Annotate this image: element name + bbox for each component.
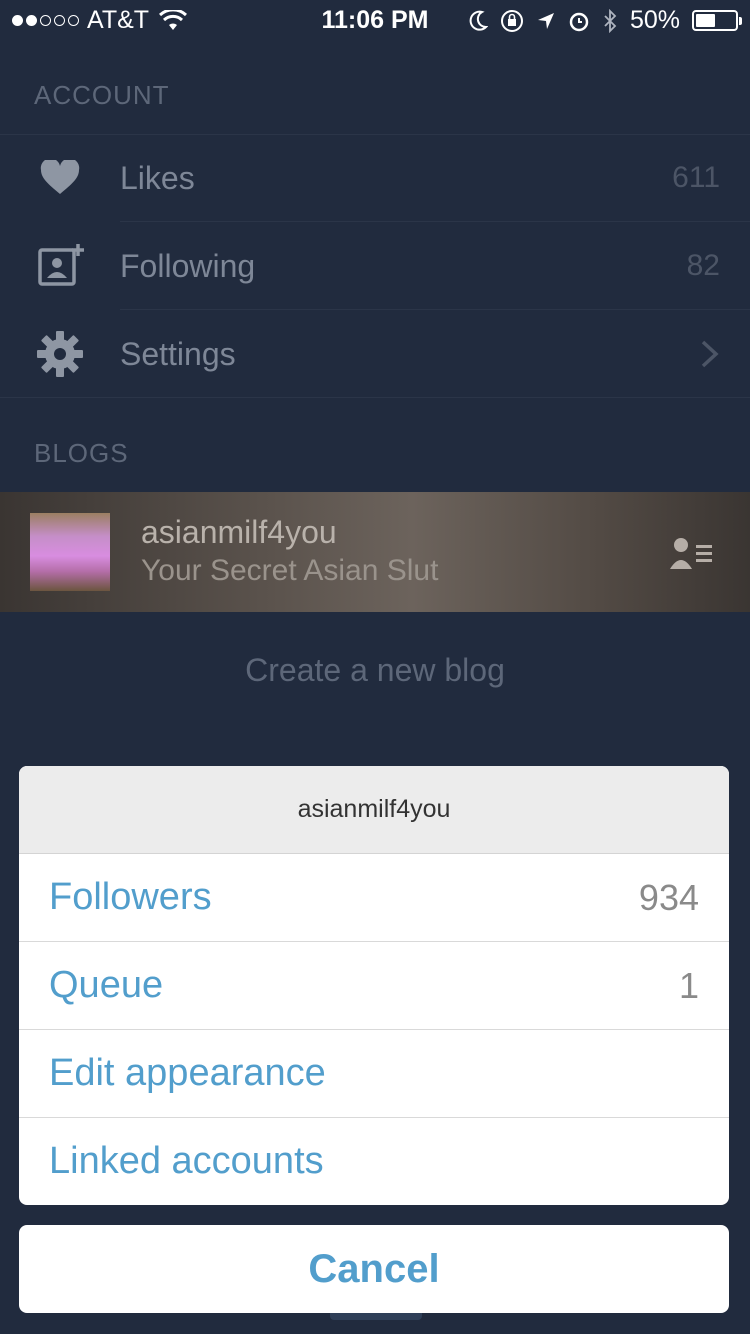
followers-label: Followers — [49, 876, 212, 918]
battery-icon — [692, 10, 742, 31]
divider — [0, 397, 750, 398]
location-arrow-icon — [537, 12, 554, 29]
create-blog-link[interactable]: Create a new blog — [0, 652, 750, 689]
blog-menu-icon[interactable] — [670, 537, 714, 569]
alarm-icon — [569, 12, 589, 31]
status-bar: AT&T 11:06 PM 50% — [0, 0, 750, 40]
blog-name: asianmilf4you — [141, 514, 337, 550]
blog-subtitle: Your Secret Asian Slut — [141, 554, 439, 587]
account-section-title: ACCOUNT — [34, 80, 170, 110]
followers-option[interactable]: Followers 934 — [19, 854, 729, 942]
linked-accounts-option[interactable]: Linked accounts — [19, 1118, 729, 1205]
queue-option[interactable]: Queue 1 — [19, 942, 729, 1030]
blogs-section-title: BLOGS — [34, 438, 129, 468]
settings-label: Settings — [120, 335, 236, 372]
heart-icon — [0, 160, 120, 196]
likes-label: Likes — [120, 159, 195, 196]
blog-row[interactable]: asianmilf4you Your Secret Asian Slut — [0, 492, 750, 612]
following-count: 82 — [686, 249, 720, 282]
likes-row[interactable]: Likes 611 — [0, 134, 750, 222]
settings-row[interactable]: Settings — [0, 310, 750, 398]
queue-count: 1 — [678, 964, 699, 1006]
cancel-button[interactable]: Cancel — [19, 1225, 729, 1313]
moon-icon — [469, 10, 488, 31]
chevron-right-icon — [701, 340, 719, 368]
gear-icon — [0, 330, 120, 378]
blog-avatar — [30, 513, 110, 591]
battery-percent: 50% — [629, 6, 680, 34]
followers-count: 934 — [638, 876, 699, 918]
queue-label: Queue — [49, 964, 164, 1006]
linked-accounts-label: Linked accounts — [49, 1140, 324, 1182]
following-label: Following — [120, 247, 256, 284]
following-row[interactable]: Following 82 — [0, 222, 750, 310]
edit-appearance-label: Edit appearance — [49, 1052, 326, 1094]
rotation-lock-icon — [500, 9, 523, 32]
likes-count: 611 — [672, 161, 720, 194]
add-contact-icon — [0, 242, 120, 290]
bluetooth-icon — [604, 8, 617, 33]
blog-action-sheet: asianmilf4you Followers 934 Queue 1 Edit… — [19, 766, 729, 1205]
action-sheet-title: asianmilf4you — [19, 766, 729, 854]
edit-appearance-option[interactable]: Edit appearance — [19, 1030, 729, 1118]
